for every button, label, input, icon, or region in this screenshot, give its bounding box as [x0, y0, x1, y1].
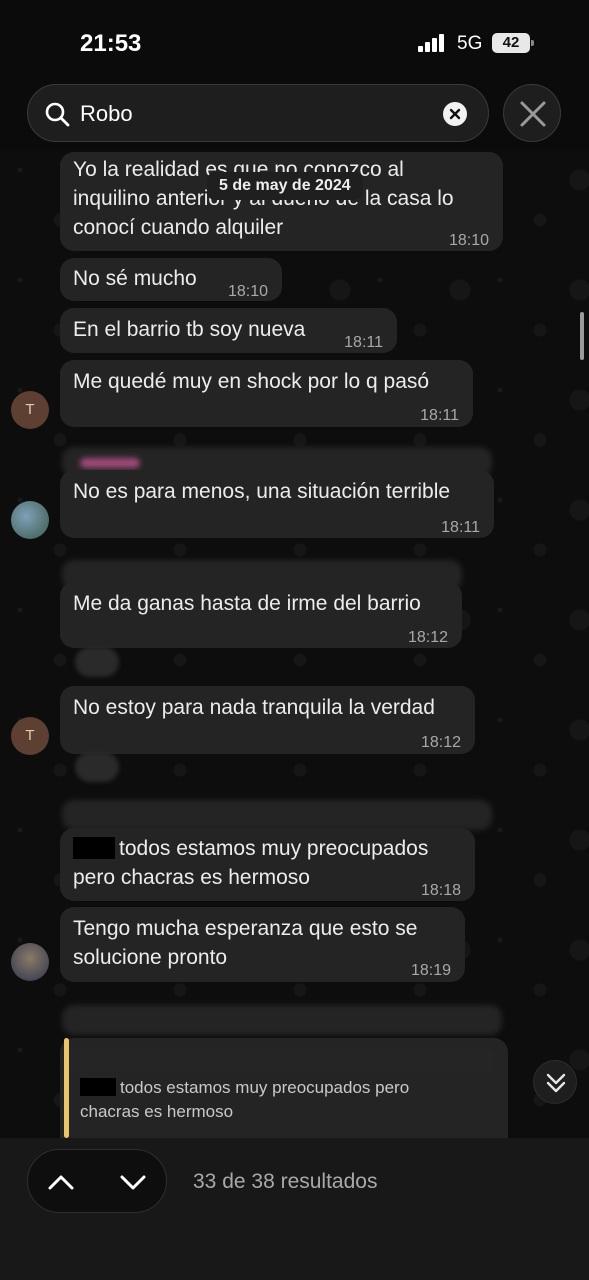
chevron-down-icon [120, 1175, 146, 1190]
message-text-content: todos estamos muy preocupados [119, 837, 429, 860]
search-header [0, 80, 589, 152]
double-chevron-down-icon [546, 1073, 566, 1093]
redacted-name [73, 837, 115, 859]
avatar[interactable] [11, 943, 49, 981]
message-text: No estoy para nada tranquila la verdad [73, 696, 435, 719]
blurred-sender-name [80, 458, 140, 468]
message-text: No sé mucho [73, 267, 197, 290]
battery-icon: 42 [492, 33, 534, 53]
message-time: 18:19 [410, 962, 451, 979]
clear-search-button[interactable] [443, 102, 467, 126]
avatar[interactable]: T [11, 391, 49, 429]
message-time: 18:12 [420, 734, 461, 751]
message-time: 18:10 [227, 283, 268, 300]
message-bubble[interactable]: No estoy para nada tranquila la verdad 1… [60, 686, 475, 754]
message-bubble[interactable]: En el barrio tb soy nueva 18:11 [60, 308, 397, 353]
reply-bubble[interactable]: todos estamos muy preocupados pero chacr… [60, 1038, 508, 1138]
date-pill: 5 de may de 2024 [207, 172, 363, 200]
search-navigation-bar: 33 de 38 resultados [0, 1138, 589, 1280]
message-time: 18:11 [344, 334, 383, 351]
message-text: conocí cuando alquiler [73, 216, 284, 239]
blurred-quote-header [66, 1046, 496, 1074]
results-counter: 33 de 38 resultados [193, 1170, 378, 1193]
previous-result-button[interactable] [28, 1150, 98, 1214]
message-time: 18:18 [420, 882, 461, 899]
blurred-sender-header [62, 800, 492, 830]
search-input[interactable] [80, 99, 430, 129]
message-bubble[interactable]: Me quedé muy en shock por lo q pasó 18:1… [60, 360, 473, 427]
chevron-up-icon [48, 1175, 74, 1190]
message-bubble[interactable]: Me da ganas hasta de irme del barrio 18:… [60, 582, 462, 648]
message-text: todos estamos muy preocupados [73, 834, 428, 863]
message-text: Me da ganas hasta de irme del barrio [73, 592, 421, 615]
message-bubble[interactable]: Yo la realidad es que no conozco al inqu… [60, 152, 503, 251]
next-result-button[interactable] [98, 1150, 168, 1214]
status-time: 21:53 [80, 30, 142, 57]
avatar[interactable] [11, 501, 49, 539]
quoted-text: chacras es hermoso [80, 1102, 234, 1121]
avatar[interactable]: T [11, 717, 49, 755]
close-search-button[interactable] [503, 84, 561, 142]
close-icon [520, 101, 546, 127]
message-bubble[interactable]: Tengo mucha esperanza que esto se soluci… [60, 907, 465, 982]
message-bubble[interactable]: No sé mucho 18:10 [60, 258, 282, 301]
message-text: Tengo mucha esperanza que esto se [73, 917, 418, 940]
reaction-badge[interactable] [75, 647, 119, 677]
quoted-message[interactable]: todos estamos muy preocupados pero chacr… [80, 1076, 409, 1124]
network-label: 5G [457, 33, 483, 54]
message-time: 18:10 [448, 232, 489, 249]
message-text: No es para menos, una situación terrible [73, 480, 451, 503]
message-time: 18:11 [441, 519, 480, 536]
search-box[interactable] [27, 84, 489, 142]
message-text: En el barrio tb soy nueva [73, 318, 306, 341]
message-text: solucione pronto [73, 946, 228, 969]
quote-bar [64, 1038, 69, 1138]
message-bubble[interactable]: No es para menos, una situación terrible… [60, 470, 494, 538]
message-time: 18:11 [420, 407, 459, 424]
clear-icon [449, 108, 461, 120]
status-bar: 21:53 5G 42 [0, 0, 589, 80]
result-navigation [27, 1149, 167, 1213]
message-bubble[interactable]: todos estamos muy preocupados pero chacr… [60, 828, 475, 901]
message-time: 18:12 [407, 629, 448, 646]
blurred-sender-header [62, 1005, 502, 1035]
quoted-text: todos estamos muy preocupados pero [120, 1078, 410, 1097]
search-icon [45, 102, 70, 127]
reaction-badge[interactable] [75, 752, 119, 782]
scroll-to-bottom-button[interactable] [533, 1060, 577, 1104]
message-text: Me quedé muy en shock por lo q pasó [73, 370, 430, 393]
signal-icon [418, 34, 448, 52]
redacted-name [80, 1078, 116, 1096]
message-text: pero chacras es hermoso [73, 866, 310, 889]
scrollbar[interactable] [580, 312, 584, 360]
